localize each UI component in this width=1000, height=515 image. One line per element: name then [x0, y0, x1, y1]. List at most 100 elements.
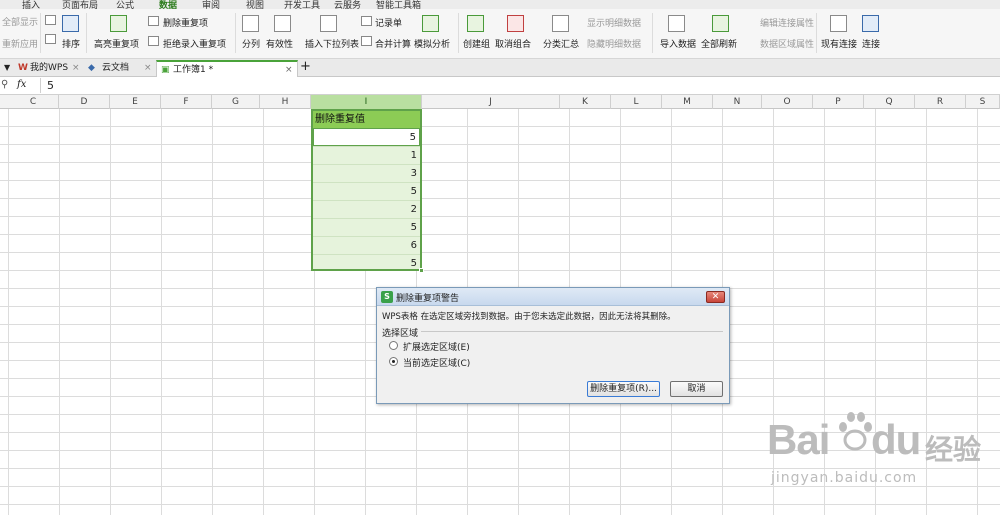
show-detail-button[interactable]: 显示明细数据	[587, 16, 641, 29]
menu-page-layout[interactable]: 页面布局	[62, 0, 98, 9]
current-selection-label[interactable]: 当前选定区域(C)	[403, 356, 470, 369]
sort-asc-icon[interactable]	[45, 15, 56, 25]
column-header-n[interactable]: N	[713, 95, 762, 109]
menu-formula[interactable]: 公式	[116, 0, 134, 9]
connect-icon	[862, 15, 879, 32]
connect-button[interactable]: 连接	[862, 37, 880, 50]
data-header-cell[interactable]: 删除重复值	[313, 111, 420, 128]
column-header-i[interactable]: I	[311, 95, 422, 109]
dialog-titlebar[interactable]: S 删除重复项警告 ✕	[377, 288, 729, 306]
current-selection-radio[interactable]	[389, 357, 398, 366]
create-group-icon	[467, 15, 484, 32]
column-header-k[interactable]: K	[560, 95, 611, 109]
menu-cloud[interactable]: 云服务	[334, 0, 361, 9]
column-header-r[interactable]: R	[915, 95, 966, 109]
data-cell[interactable]: 3	[313, 164, 420, 182]
what-if-analysis-button[interactable]: 模拟分析	[414, 37, 450, 50]
data-cell[interactable]: 2	[313, 200, 420, 218]
cancel-button[interactable]: 取消	[670, 381, 723, 397]
column-header-c[interactable]: C	[8, 95, 59, 109]
refresh-all-button[interactable]: 全部刷新	[701, 37, 737, 50]
existing-connections-button[interactable]: 现有连接	[821, 37, 857, 50]
baidu-jingyan-watermark: Bai du 经验 jingyan.baidu.com	[765, 408, 997, 494]
hide-detail-button[interactable]: 隐藏明细数据	[587, 37, 641, 50]
ribbon-separator	[458, 13, 459, 53]
split-column-button[interactable]: 分列	[242, 37, 260, 50]
group-divider	[421, 331, 723, 332]
zoom-search-icon[interactable]: ⚲	[1, 79, 8, 90]
tab-close-icon[interactable]: ×	[285, 62, 293, 78]
column-header-l[interactable]: L	[611, 95, 662, 109]
sort-desc-icon[interactable]	[45, 34, 56, 44]
column-header-p[interactable]: P	[813, 95, 864, 109]
refresh-all-icon	[712, 15, 729, 32]
data-range-properties-button[interactable]: 数据区域属性	[760, 37, 814, 50]
column-header-d[interactable]: D	[59, 95, 110, 109]
function-icon[interactable]: fx	[17, 79, 26, 90]
reject-duplicates-button[interactable]: 拒绝录入重复项	[163, 37, 226, 50]
consolidate-icon	[361, 36, 372, 46]
menu-bar: 插入 页面布局 公式 数据 审阅 视图 开发工具 云服务 智能工具箱	[0, 0, 1000, 9]
column-header-h[interactable]: H	[260, 95, 311, 109]
column-header-g[interactable]: G	[212, 95, 260, 109]
expand-selection-label[interactable]: 扩展选定区域(E)	[403, 340, 470, 353]
import-data-button[interactable]: 导入数据	[660, 37, 696, 50]
menu-view[interactable]: 视图	[246, 0, 264, 9]
remove-duplicates-button[interactable]: 删除重复项	[163, 16, 208, 29]
data-cell[interactable]: 5	[313, 254, 420, 272]
column-header-q[interactable]: Q	[864, 95, 915, 109]
subtotal-button[interactable]: 分类汇总	[543, 37, 579, 50]
remove-duplicates-icon	[148, 16, 159, 26]
create-group-button[interactable]: 创建组	[463, 37, 490, 50]
tab-close-icon[interactable]: ×	[72, 60, 80, 77]
tab-close-icon[interactable]: ×	[144, 60, 152, 77]
new-tab-button[interactable]: +	[300, 60, 311, 77]
dialog-message: WPS表格 在选定区域旁找到数据。由于您未选定此数据，因此无法将其删除。	[382, 312, 676, 322]
edit-connection-button[interactable]: 编辑连接属性	[760, 16, 814, 29]
menu-smart-tools[interactable]: 智能工具箱	[376, 0, 421, 9]
tab-workbook[interactable]: ▣ 工作簿1 * ×	[156, 60, 298, 77]
tab-menu-icon[interactable]: ▼	[4, 60, 10, 77]
column-header-j[interactable]: J	[422, 95, 560, 109]
reject-duplicates-icon	[148, 36, 159, 46]
data-cell[interactable]: 6	[313, 236, 420, 254]
ungroup-button[interactable]: 取消组合	[495, 37, 531, 50]
records-button[interactable]: 记录单	[375, 16, 402, 29]
insert-dropdown-button[interactable]: 插入下拉列表	[305, 37, 359, 50]
data-cell[interactable]: 5	[313, 128, 420, 146]
wps-sheet-icon: S	[381, 291, 393, 303]
tab-my-wps[interactable]: 我的WPS	[30, 60, 68, 77]
tab-cloud-docs[interactable]: 云文档	[102, 60, 129, 77]
column-header-m[interactable]: M	[662, 95, 713, 109]
menu-developer[interactable]: 开发工具	[284, 0, 320, 9]
ribbon: 全部显示 重新应用 排序 高亮重复项 删除重复项 拒绝录入重复项 分列 有效性 …	[0, 9, 1000, 59]
remove-duplicates-button[interactable]: 删除重复项(R)...	[587, 381, 660, 397]
column-header-f[interactable]: F	[161, 95, 212, 109]
column-header-e[interactable]: E	[110, 95, 161, 109]
data-cell[interactable]: 5	[313, 218, 420, 236]
show-all-button[interactable]: 全部显示	[2, 15, 38, 28]
column-header-o[interactable]: O	[762, 95, 813, 109]
formula-bar: ⚲ fx 5	[0, 77, 1000, 95]
menu-data[interactable]: 数据	[159, 0, 177, 9]
validity-button[interactable]: 有效性	[266, 37, 293, 50]
highlight-duplicates-button[interactable]: 高亮重复项	[94, 37, 139, 50]
selected-range[interactable]: 删除重复值 5 1 3 5 2 5 6 5	[311, 109, 422, 271]
fill-handle[interactable]	[419, 268, 424, 273]
column-header-s[interactable]: S	[966, 95, 1000, 109]
data-cell[interactable]: 1	[313, 146, 420, 164]
reapply-button[interactable]: 重新应用	[2, 37, 38, 50]
formula-input[interactable]: 5	[47, 79, 54, 92]
consolidate-button[interactable]: 合并计算	[375, 37, 411, 50]
close-icon[interactable]: ✕	[706, 291, 725, 303]
existing-connections-icon	[830, 15, 847, 32]
formula-divider	[40, 78, 41, 93]
expand-selection-radio[interactable]	[389, 341, 398, 350]
sort-button[interactable]: 排序	[62, 37, 80, 50]
data-cell[interactable]: 5	[313, 182, 420, 200]
ungroup-icon	[507, 15, 524, 32]
validity-icon	[274, 15, 291, 32]
menu-insert[interactable]: 插入	[22, 0, 40, 9]
menu-review[interactable]: 审阅	[202, 0, 220, 9]
watermark-url: jingyan.baidu.com	[771, 470, 918, 486]
